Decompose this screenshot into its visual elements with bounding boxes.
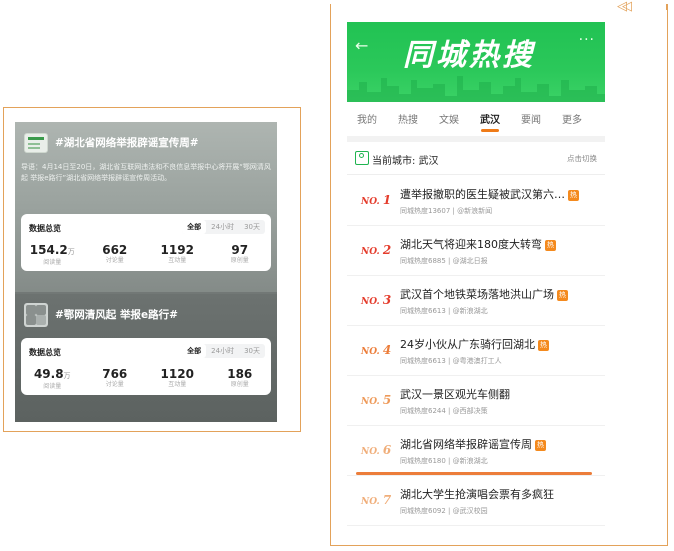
banner-title: 同城热搜 — [403, 38, 535, 73]
item-title: 湖北大学生抢演唱会票有多疯狂 — [400, 488, 554, 501]
rank-badge: NO. 6 — [361, 443, 392, 457]
tab-more[interactable]: 更多 — [562, 111, 582, 126]
item-meta: 同城热度6613 | @粤港澳打工人 — [400, 357, 502, 365]
list-item[interactable]: NO. 7 湖北大学生抢演唱会票有多疯狂 同城热度6092 | @武汉校园 — [347, 475, 605, 526]
item-meta: 同城热度6885 | @湖北日报 — [400, 257, 488, 265]
item-title: 24岁小伙从广东骑行回湖北热 — [400, 338, 549, 351]
item-meta: 同城热度6613 | @新浪湖北 — [400, 307, 488, 315]
hot-badge-icon: 热 — [535, 440, 546, 451]
tab-wuhan[interactable]: 武汉 — [480, 111, 500, 126]
stat-originals: 186 原创量 — [227, 367, 253, 389]
tab-all[interactable]: 全部 — [182, 220, 207, 234]
more-dots-icon[interactable]: ··· — [579, 32, 595, 48]
stat-reads: 154.2万 阅读量 — [29, 243, 75, 267]
stats-title: 数据总览 — [29, 348, 61, 357]
rank-badge: NO. 5 — [361, 393, 392, 407]
rank-badge: NO. 4 — [361, 343, 392, 357]
item-title: 湖北天气将迎来180度大转弯热 — [400, 238, 556, 251]
list-item[interactable]: NO. 5 武汉一景区观光车侧翻 同城热度6244 | @西部决策 — [347, 375, 605, 426]
stat-interactions: 1120 互动量 — [160, 367, 194, 389]
tab-30d[interactable]: 30天 — [239, 344, 265, 358]
stats-title: 数据总览 — [29, 224, 61, 233]
item-title: 武汉一景区观光车侧翻 — [400, 388, 510, 401]
hot-badge-icon: 热 — [545, 240, 556, 251]
tab-24h[interactable]: 24小时 — [206, 220, 239, 234]
stat-discussions: 662 讨论量 — [102, 243, 128, 265]
rank-badge: NO. 3 — [361, 293, 392, 307]
city-skyline-decoration — [347, 76, 605, 102]
topic-title: #鄂网清风起 举报e路行# — [55, 309, 178, 321]
stat-interactions: 1192 互动量 — [160, 243, 194, 265]
hot-search-banner: ← 同城热搜 ··· — [347, 22, 605, 102]
list-item[interactable]: NO. 3 武汉首个地铁菜场落地洪山广场热 同城热度6613 | @新浪湖北 — [347, 275, 605, 326]
stat-reads: 49.8万 阅读量 — [33, 367, 71, 391]
tab-news[interactable]: 要闻 — [521, 111, 541, 126]
item-title: 湖北省网络举报辟谣宣传周热 — [400, 438, 546, 451]
item-title: 遭举报撤职的医生疑被武汉第六… 热 — [400, 188, 579, 201]
topic-card-1[interactable]: #湖北省网络举报辟谣宣传周# 导语：4月14日至20日，湖北省互联网违法和不良信… — [15, 122, 277, 292]
topic-card-2[interactable]: #鄂网清风起 举报e路行# 数据总览 全部 24小时 30天 49.8万 阅读量 … — [15, 294, 277, 422]
rank-badge: NO. 1 — [361, 193, 392, 207]
stats-numbers: 154.2万 阅读量 662 讨论量 1192 互动量 97 原创量 — [21, 244, 271, 267]
stats-card: 数据总览 全部 24小时 30天 154.2万 阅读量 662 讨论量 1192 互动… — [21, 214, 271, 271]
topic-title: #湖北省网络举报辟谣宣传周# — [55, 137, 199, 149]
hot-badge-icon: 热 — [538, 340, 549, 351]
tab-hot-search[interactable]: 热搜 — [398, 111, 418, 126]
stats-card: 数据总览 全部 24小时 30天 49.8万 阅读量 766 讨论量 1120 互动量… — [21, 338, 271, 395]
tab-all[interactable]: 全部 — [182, 344, 207, 358]
category-tabs: 我的 热搜 文娱 武汉 要闻 更多 — [347, 102, 605, 136]
frame-connector-line — [666, 4, 667, 10]
list-item[interactable]: NO. 6 湖北省网络举报辟谣宣传周热 同城热度6180 | @新浪湖北 — [347, 425, 605, 476]
item-title: 武汉首个地铁菜场落地洪山广场热 — [400, 288, 568, 301]
left-screenshot-frame: #湖北省网络举报辟谣宣传周# 导语：4月14日至20日，湖北省互联网违法和不良信… — [3, 107, 301, 432]
topic-logo-icon — [24, 133, 48, 153]
active-tab-indicator — [481, 129, 499, 132]
location-icon — [355, 151, 369, 165]
tab-entertainment[interactable]: 文娱 — [439, 111, 459, 126]
rank-badge: NO. 2 — [361, 243, 392, 257]
item-meta: 同城热度6180 | @新浪湖北 — [400, 457, 488, 465]
stat-originals: 97 原创量 — [230, 243, 249, 265]
hot-badge-icon: 热 — [568, 190, 579, 201]
double-arrow-left-icon: ◁◁ — [617, 0, 632, 14]
current-city-row: 当前城市: 武汉 点击切换 — [347, 142, 605, 174]
tab-24h[interactable]: 24小时 — [206, 344, 239, 358]
item-meta: 同城热度6244 | @西部决策 — [400, 407, 488, 415]
list-item[interactable]: NO. 2 湖北天气将迎来180度大转弯热 同城热度6885 | @湖北日报 — [347, 225, 605, 276]
topic-description: 导语：4月14日至20日，湖北省互联网违法和不良信息举报中心将开展“鄂网清风起 … — [21, 163, 271, 182]
tab-mine[interactable]: 我的 — [357, 111, 377, 126]
switch-city-link[interactable]: 点击切换 — [567, 153, 597, 164]
highlight-underline — [356, 472, 592, 475]
tab-30d[interactable]: 30天 — [239, 220, 265, 234]
stats-numbers: 49.8万 阅读量 766 讨论量 1120 互动量 186 原创量 — [21, 368, 271, 391]
topic-avatar-icon — [24, 303, 48, 327]
list-item[interactable]: NO. 4 24岁小伙从广东骑行回湖北热 同城热度6613 | @粤港澳打工人 — [347, 325, 605, 376]
hot-badge-icon: 热 — [557, 290, 568, 301]
list-item[interactable]: NO. 1 遭举报撤职的医生疑被武汉第六… 热 同城热度13607 | @新浪新闻 — [347, 175, 605, 226]
item-meta: 同城热度6092 | @武汉校园 — [400, 507, 488, 515]
stats-period-tabs: 全部 24小时 30天 — [182, 344, 265, 358]
stat-discussions: 766 讨论量 — [102, 367, 128, 389]
stats-period-tabs: 全部 24小时 30天 — [182, 220, 265, 234]
hot-search-screen: ← 同城热搜 ··· 我的 热搜 文娱 武汉 要闻 更多 当前城市: 武汉 点击… — [347, 22, 605, 542]
topic-screenshot: #湖北省网络举报辟谣宣传周# 导语：4月14日至20日，湖北省互联网违法和不良信… — [15, 122, 277, 422]
rank-badge: NO. 7 — [361, 493, 392, 507]
current-city-label: 当前城市: 武汉 — [372, 156, 439, 167]
back-arrow-icon[interactable]: ← — [355, 36, 368, 55]
item-meta: 同城热度13607 | @新浪新闻 — [400, 207, 493, 215]
